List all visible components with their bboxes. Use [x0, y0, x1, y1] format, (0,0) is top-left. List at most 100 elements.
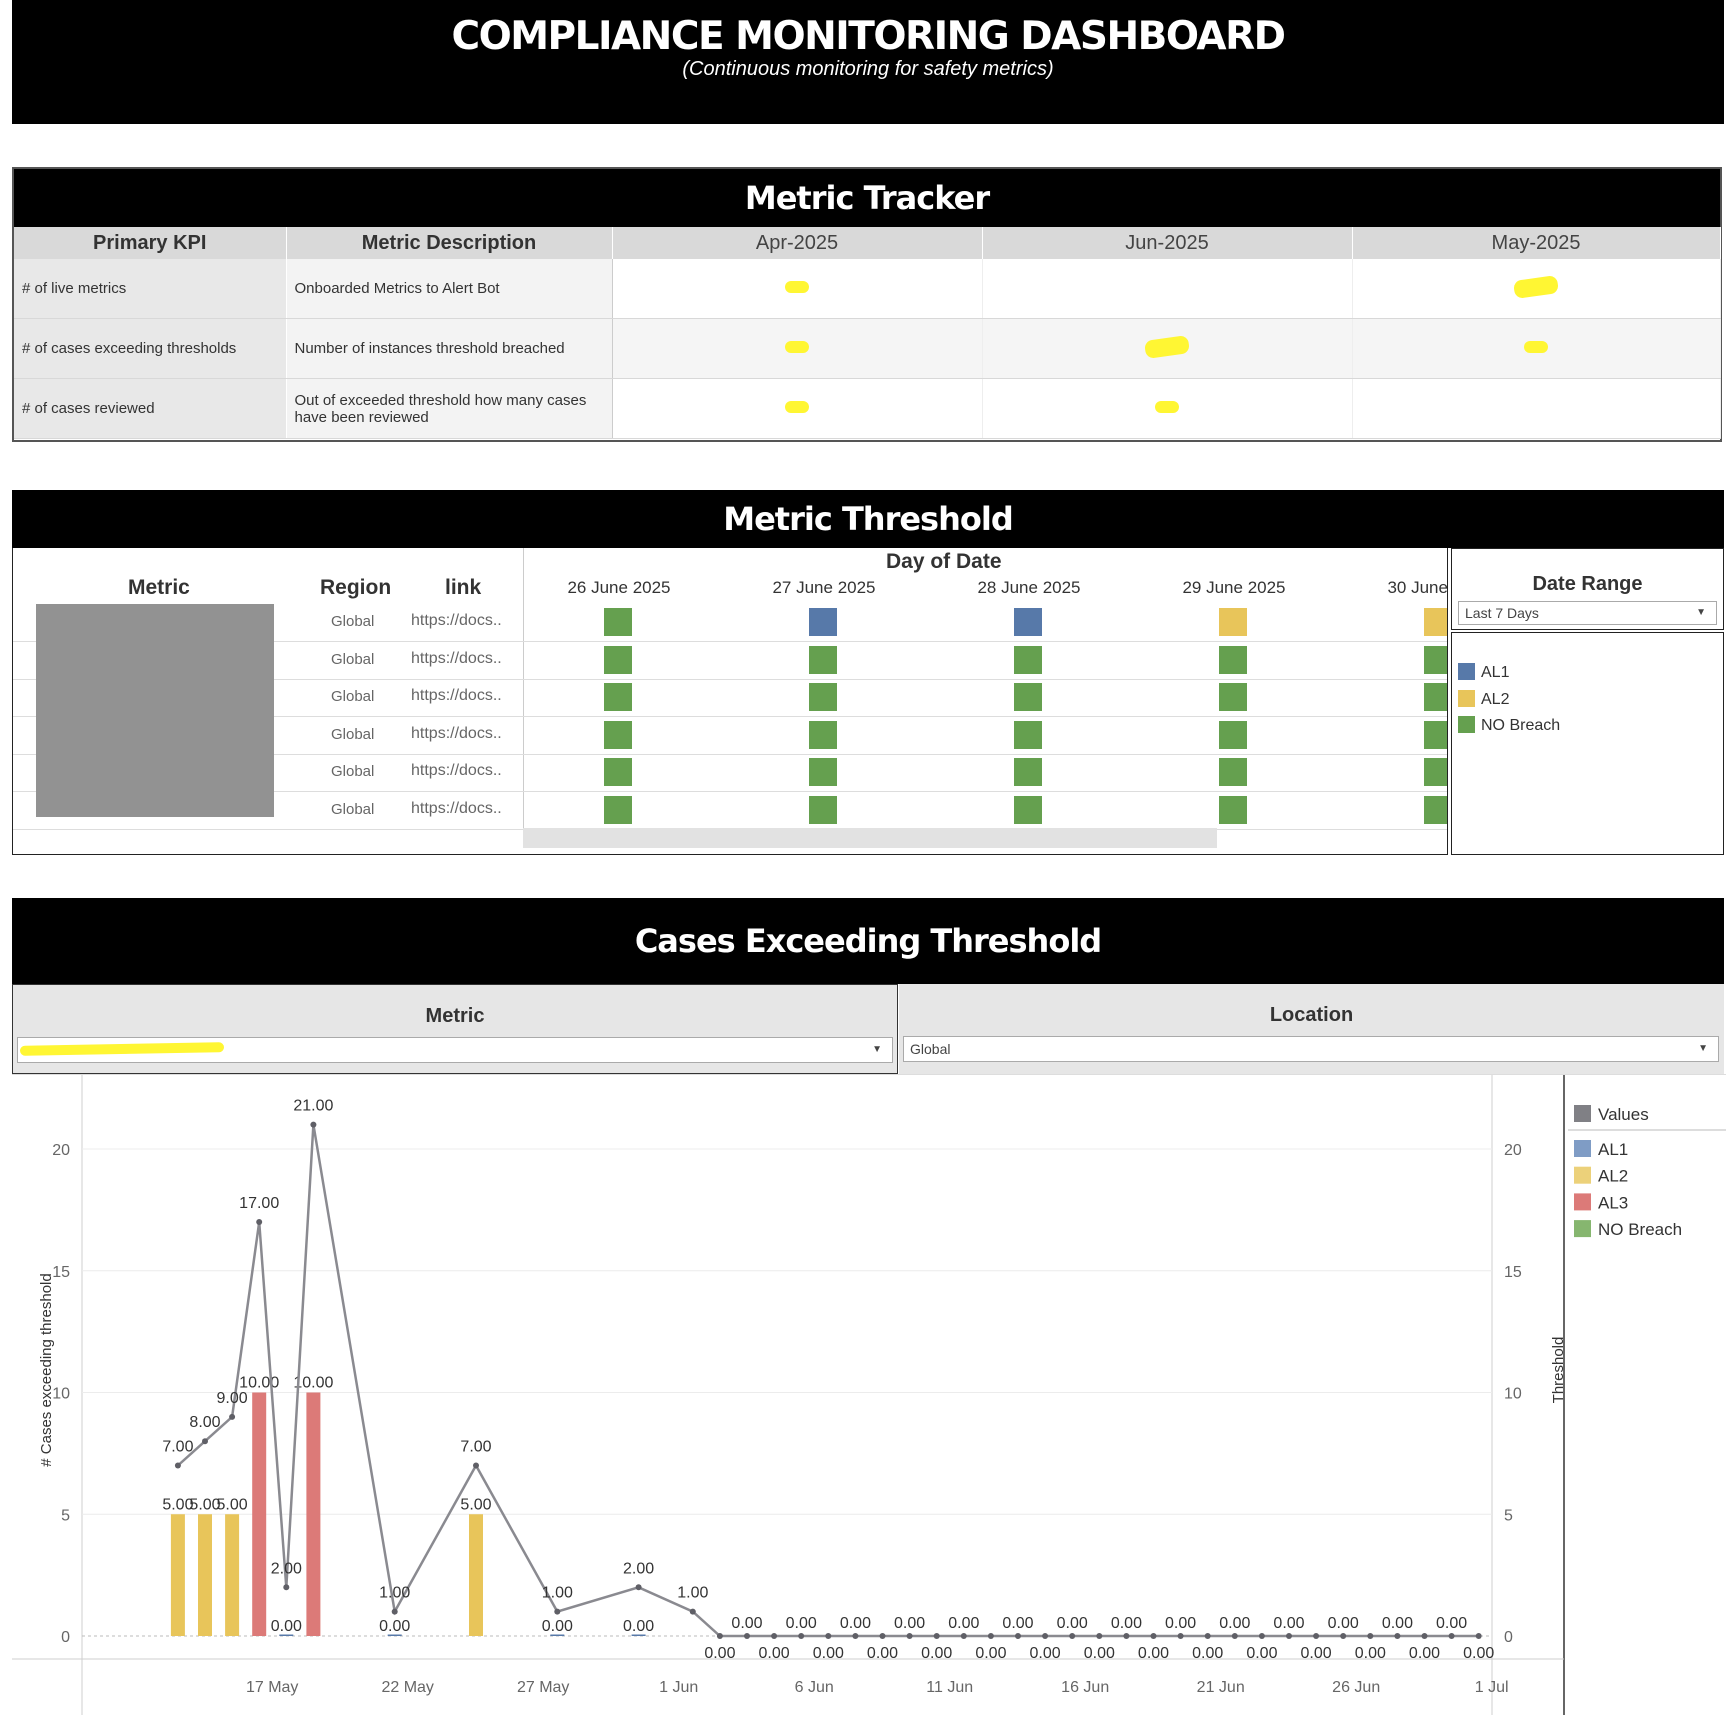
y2-tick-label: 10: [1504, 1386, 1522, 1403]
line-point: [310, 1121, 317, 1128]
redaction-highlight: [19, 1042, 225, 1056]
x-tick-label: 6 Jun: [795, 1679, 834, 1696]
status-cell[interactable]: [809, 720, 837, 749]
line-point: [716, 1633, 723, 1639]
line-data-label: 0.00: [1002, 1615, 1033, 1632]
kpi-cell: # of cases reviewed: [14, 378, 286, 439]
line-point: [1096, 1633, 1103, 1639]
status-cell[interactable]: [1014, 645, 1042, 674]
metric-tracker-table: Primary KPI Metric Description Apr-2025 …: [14, 227, 1721, 439]
status-cell[interactable]: [809, 683, 837, 711]
y2-tick-label: 0: [1504, 1629, 1513, 1646]
location-value: Global: [910, 1041, 951, 1057]
line-data-label: 0.00: [894, 1615, 925, 1632]
line-point: [906, 1633, 913, 1639]
doc-link[interactable]: https://docs..: [411, 650, 502, 668]
horizontal-scrollbar[interactable]: [523, 828, 1217, 848]
status-cell[interactable]: [1219, 795, 1247, 824]
status-cell[interactable]: [1424, 795, 1447, 824]
status-cell[interactable]: [1219, 645, 1247, 674]
line-point: [473, 1462, 479, 1469]
chevron-down-icon: ▼: [872, 1044, 882, 1055]
bar-data-label: 0.00: [542, 1618, 573, 1635]
status-cell[interactable]: [809, 608, 837, 636]
status-cell[interactable]: [604, 795, 632, 824]
header-metric-description: Metric Description: [286, 227, 613, 259]
line-point: [771, 1633, 778, 1639]
line-data-label: 17.00: [239, 1195, 279, 1212]
bar-data-label: 0.00: [271, 1618, 302, 1635]
legend-label: NO Breach: [1481, 717, 1561, 734]
status-cell[interactable]: [604, 683, 632, 711]
status-cell[interactable]: [604, 608, 632, 636]
status-cell[interactable]: [1219, 758, 1247, 786]
doc-link[interactable]: https://docs..: [411, 762, 502, 780]
value-cell: [1352, 378, 1721, 439]
bar-data-label: 0.00: [379, 1618, 410, 1635]
status-cell[interactable]: [604, 720, 632, 749]
status-cell[interactable]: [1014, 720, 1042, 749]
status-cell[interactable]: [1219, 720, 1247, 749]
doc-link[interactable]: https://docs..: [411, 800, 502, 818]
status-cell[interactable]: [1424, 645, 1447, 674]
chevron-down-icon: ▼: [1698, 1043, 1708, 1054]
status-cell[interactable]: [1424, 683, 1447, 711]
status-cell[interactable]: [1424, 608, 1447, 636]
line-data-label: 0.00: [1111, 1615, 1142, 1632]
line-data-label: 8.00: [189, 1414, 220, 1431]
line-point: [1394, 1633, 1401, 1639]
x-tick-label: 17 May: [246, 1679, 298, 1696]
chevron-down-icon: ▼: [1696, 607, 1706, 618]
doc-link[interactable]: https://docs..: [411, 687, 502, 705]
line-point: [1367, 1633, 1374, 1639]
legend-swatch: [1458, 716, 1475, 733]
value-cell: [612, 259, 983, 319]
column-header-metric: Metric: [128, 576, 190, 599]
legend-label: AL2: [1481, 690, 1510, 708]
line-point: [1448, 1633, 1455, 1639]
metric-select[interactable]: ▼: [17, 1037, 893, 1063]
status-cell[interactable]: [1219, 608, 1247, 636]
status-cell[interactable]: [1424, 758, 1447, 786]
bar-al2: [225, 1514, 240, 1636]
x-tick-label: 1 Jul: [1475, 1679, 1509, 1696]
value-cell: [982, 378, 1353, 439]
status-cell[interactable]: [1014, 608, 1042, 636]
line-data-label: 0.00: [1030, 1645, 1061, 1662]
legend-item[interactable]: AL1: [1458, 663, 1509, 682]
status-cell[interactable]: [604, 645, 632, 674]
value-cell: [982, 318, 1353, 379]
line-point: [933, 1633, 940, 1639]
line-data-label: 0.00: [1463, 1645, 1494, 1662]
date-column-header: 26 June 2025: [567, 578, 671, 597]
legend-item[interactable]: AL2: [1458, 689, 1510, 709]
status-cell[interactable]: [1424, 720, 1447, 749]
status-cell[interactable]: [1014, 795, 1042, 824]
legend-swatch: [1574, 1220, 1591, 1238]
line-point: [987, 1633, 994, 1639]
legend-item[interactable]: NO Breach: [1458, 716, 1560, 735]
status-cell[interactable]: [809, 795, 837, 824]
line-data-label: 0.00: [1246, 1645, 1277, 1662]
status-cell[interactable]: [1014, 758, 1042, 786]
kpi-cell: # of live metrics: [14, 259, 286, 319]
line-data-label: 0.00: [1084, 1645, 1115, 1662]
status-cell[interactable]: [1014, 683, 1042, 711]
redaction-highlight: [1524, 341, 1548, 353]
status-cell[interactable]: [604, 758, 632, 786]
status-cell[interactable]: [1219, 683, 1247, 711]
metric-threshold-title: Metric Threshold: [12, 490, 1724, 548]
location-select[interactable]: Global ▼: [903, 1036, 1719, 1062]
bar-al2: [170, 1514, 185, 1636]
line-data-label: 0.00: [840, 1615, 871, 1632]
bar-data-label: 0.00: [623, 1618, 654, 1635]
doc-link[interactable]: https://docs..: [411, 612, 502, 630]
doc-link[interactable]: https://docs..: [411, 725, 502, 743]
status-cell[interactable]: [809, 645, 837, 674]
date-range-select[interactable]: Last 7 Days ▼: [1458, 601, 1717, 625]
status-cell[interactable]: [809, 758, 837, 786]
column-header-region: Region: [320, 576, 392, 599]
date-range-label: Date Range: [1532, 573, 1643, 595]
date-column-header: 28 June 2025: [977, 578, 1081, 597]
line-data-label: 1.00: [379, 1585, 410, 1602]
